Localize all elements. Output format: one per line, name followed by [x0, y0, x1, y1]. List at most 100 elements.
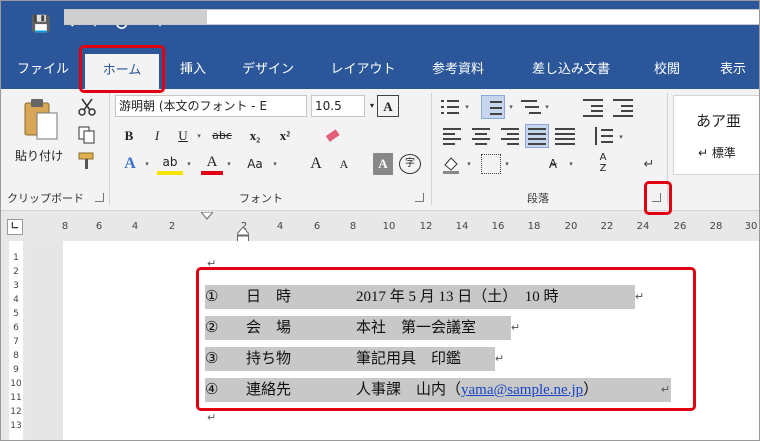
- ruler-tick-label: 10: [382, 221, 396, 232]
- vruler-tick-label: 10: [10, 379, 22, 389]
- ruler-tick-label: 12: [419, 221, 433, 232]
- vruler-tick-label: 9: [13, 365, 19, 375]
- ruler-tick-label: 8: [349, 221, 357, 232]
- subscript-button[interactable]: x₂: [243, 125, 267, 147]
- font-color-button[interactable]: A: [201, 153, 223, 175]
- decrease-indent-icon[interactable]: [583, 97, 603, 117]
- highlight-dropdown-icon[interactable]: ▾: [185, 153, 193, 175]
- paragraph-group-label: 段落: [527, 192, 549, 205]
- font-name-combo[interactable]: 游明朝 (本文のフォント - E: [115, 95, 307, 117]
- underline-dropdown-icon[interactable]: ▾: [195, 125, 203, 147]
- tab-view[interactable]: 表示: [711, 51, 755, 89]
- ruler-tick-label: 28: [709, 221, 723, 232]
- tab-insert[interactable]: 挿入: [171, 51, 215, 89]
- highlight-button[interactable]: ab: [157, 153, 183, 175]
- ruler-tick-label: 30: [744, 221, 758, 232]
- vruler-tick-label: 11: [10, 393, 22, 403]
- vruler-tick-label: 2: [13, 267, 19, 277]
- distributed-icon[interactable]: [555, 126, 575, 146]
- change-case-button[interactable]: Aa: [241, 153, 269, 175]
- bullets-dropdown-icon[interactable]: ▾: [463, 96, 471, 118]
- tab-references[interactable]: 参考資料: [421, 51, 495, 89]
- numbering-icon[interactable]: [481, 95, 505, 119]
- align-right-icon[interactable]: [499, 126, 519, 146]
- shrink-font-button[interactable]: A: [333, 153, 355, 175]
- paragraph-mark: ↵: [207, 411, 217, 424]
- grow-font-button[interactable]: A: [305, 153, 327, 175]
- asian-layout-dropdown-icon[interactable]: ▾: [567, 153, 575, 175]
- paste-icon: [24, 99, 58, 140]
- show-paragraph-marks-icon[interactable]: ↵: [639, 153, 659, 175]
- clipboard-group-label: クリップボード: [7, 192, 84, 205]
- tab-design[interactable]: デザイン: [235, 51, 301, 89]
- bullets-icon[interactable]: [441, 97, 461, 117]
- asian-layout-icon[interactable]: A̴: [541, 153, 565, 175]
- save-icon[interactable]: 💾: [28, 10, 54, 38]
- font-group-label: フォント: [239, 192, 283, 205]
- highlight-box-document-text: [196, 267, 696, 411]
- tab-layout[interactable]: レイアウト: [323, 51, 403, 89]
- enclose-characters-button[interactable]: 字: [399, 154, 421, 174]
- paste-button[interactable]: 貼り付け: [9, 95, 69, 173]
- font-color-dropdown-icon[interactable]: ▾: [225, 153, 233, 175]
- strikethrough-button[interactable]: abc: [207, 125, 237, 147]
- tab-selector-icon[interactable]: ∟: [7, 219, 23, 235]
- ruler-tick-label: 18: [527, 221, 541, 232]
- clear-formatting-eraser-icon[interactable]: [323, 126, 343, 146]
- underline-button[interactable]: U: [173, 125, 193, 147]
- ruler-tick-label: 20: [564, 221, 578, 232]
- justify-icon[interactable]: [525, 124, 549, 148]
- align-left-icon[interactable]: [443, 126, 463, 146]
- font-launcher-icon[interactable]: [415, 193, 424, 202]
- multilevel-list-icon[interactable]: [521, 97, 541, 117]
- vruler-tick-label: 1: [13, 253, 19, 263]
- bold-button[interactable]: B: [119, 125, 139, 147]
- font-size-dropdown-icon[interactable]: ▾: [367, 95, 377, 117]
- format-painter-icon[interactable]: [77, 151, 97, 171]
- group-separator: [431, 93, 432, 205]
- ruler-tick-label: 16: [491, 221, 505, 232]
- ruler-tick-label: 6: [313, 221, 321, 232]
- line-spacing-dropdown-icon[interactable]: ▾: [617, 126, 625, 148]
- ruler-tick-label: 8: [61, 221, 69, 232]
- paste-label: 貼り付け: [14, 149, 63, 163]
- highlight-box-paragraph-launcher: [644, 181, 672, 215]
- shading-icon[interactable]: [441, 153, 463, 175]
- sort-icon[interactable]: AZ: [593, 152, 613, 174]
- copy-icon[interactable]: [77, 125, 97, 145]
- borders-dropdown-icon[interactable]: ▾: [503, 153, 511, 175]
- vruler-tick-label: 12: [10, 407, 22, 417]
- ruler-tick-label: 26: [673, 221, 687, 232]
- vruler-tick-label: 8: [13, 351, 19, 361]
- multilevel-dropdown-icon[interactable]: ▾: [543, 96, 551, 118]
- ruler-tick-label: 22: [600, 221, 614, 232]
- text-effects-dropdown-icon[interactable]: ▾: [143, 153, 151, 175]
- line-spacing-icon[interactable]: [593, 126, 613, 146]
- ruler-tick-label: 2: [168, 221, 176, 232]
- text-effects-button[interactable]: A: [119, 153, 141, 175]
- first-line-indent-marker[interactable]: [201, 212, 213, 220]
- increase-indent-icon[interactable]: [613, 97, 633, 117]
- clipboard-launcher-icon[interactable]: [95, 193, 104, 202]
- ruler-tick-label: 4: [131, 221, 139, 232]
- cut-icon[interactable]: [77, 97, 97, 117]
- numbering-dropdown-icon[interactable]: ▾: [507, 96, 515, 118]
- tab-review[interactable]: 校閲: [645, 51, 689, 89]
- tab-mailings[interactable]: 差し込み文書: [519, 51, 623, 89]
- style-preview-text: あア亜: [696, 114, 742, 130]
- font-size-combo[interactable]: 10.5: [311, 95, 365, 117]
- superscript-button[interactable]: x²: [273, 125, 297, 147]
- ruler-tick-label: 14: [455, 221, 469, 232]
- group-separator: [109, 93, 110, 205]
- vruler-tick-label: 7: [13, 337, 19, 347]
- word-window: 💾 ↶ ▾ ↺ ▾ ファイル ホーム 挿入 デザイン レイアウト 参考資料 差し…: [0, 0, 760, 441]
- shading-dropdown-icon[interactable]: ▾: [465, 153, 473, 175]
- tab-file[interactable]: ファイル: [11, 51, 75, 89]
- change-case-dropdown-icon[interactable]: ▾: [271, 153, 279, 175]
- italic-button[interactable]: I: [147, 125, 167, 147]
- character-shading-button[interactable]: A: [373, 153, 393, 175]
- borders-icon[interactable]: [481, 154, 501, 174]
- clear-format-icon[interactable]: A: [377, 95, 399, 117]
- align-center-icon[interactable]: [471, 126, 491, 146]
- style-normal[interactable]: あア亜 ↵ 標準: [673, 95, 759, 175]
